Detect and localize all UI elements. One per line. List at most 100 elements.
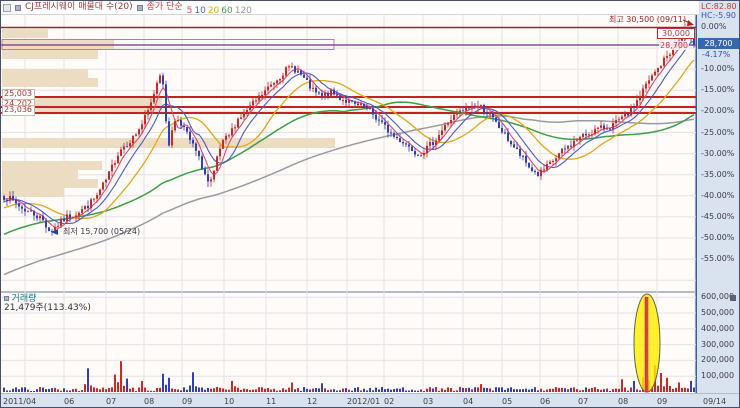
current-change-pct: -4.17% <box>702 50 730 59</box>
volume-bar <box>45 389 47 392</box>
pct-tick-label: -15.00% <box>701 85 734 94</box>
volume-bar <box>426 389 428 392</box>
volume-bar <box>12 389 14 392</box>
volume-bar <box>225 390 227 392</box>
candle-body <box>189 132 191 140</box>
panel-resize-icon[interactable] <box>730 295 736 301</box>
ma-period-20[interactable]: 20 <box>208 6 219 16</box>
candle-body <box>243 112 245 117</box>
candle-body <box>588 134 590 135</box>
candle-body <box>36 216 38 219</box>
candle-body <box>360 104 362 105</box>
date-tick-label: 05 <box>502 397 512 406</box>
candle-body <box>135 134 137 135</box>
volume-bar <box>54 388 56 392</box>
candle-body <box>417 155 419 156</box>
candle-body <box>606 129 608 130</box>
candle-body <box>474 106 476 107</box>
volume-toggle-icon[interactable] <box>4 296 9 301</box>
volume-bar <box>342 389 344 392</box>
candle-body <box>534 171 536 172</box>
volume-bar <box>678 383 680 392</box>
candle-body <box>657 68 659 72</box>
volume-bar <box>438 391 440 392</box>
candle-body <box>432 142 434 145</box>
candle-body <box>258 96 260 101</box>
candle-body <box>453 115 455 120</box>
candle-body <box>402 142 404 143</box>
ma-period-5[interactable]: 5 <box>187 6 193 16</box>
candle-body <box>375 115 377 120</box>
volume-bar <box>69 390 71 392</box>
volume-bar <box>303 387 305 392</box>
indicator1-toggle-icon[interactable] <box>15 5 21 11</box>
volume-bar <box>240 390 242 392</box>
candle-body <box>27 211 29 212</box>
candle-body <box>456 113 458 115</box>
volume-bar <box>297 388 299 392</box>
candle-body <box>207 174 209 181</box>
price-axis[interactable]: LC:82.80 HC:-5.90 28,700 -4.17% 0.00%-10… <box>697 1 740 393</box>
pct-tick-label: -50.00% <box>701 233 734 242</box>
candle-body <box>312 88 314 89</box>
volume-bar <box>462 388 464 392</box>
volume-bar <box>624 387 626 392</box>
pct-tick-label: -30.00% <box>701 149 734 158</box>
volume-bar <box>546 390 548 392</box>
volume-bar <box>183 387 185 392</box>
volume-bar <box>300 391 302 392</box>
chart-canvas[interactable] <box>1 1 740 408</box>
date-tick-label: 08 <box>144 397 154 406</box>
candle-body <box>219 149 221 157</box>
candle-body <box>348 100 350 102</box>
volume-bar <box>402 387 404 392</box>
grip-icon[interactable] <box>3 4 11 12</box>
volume-bar <box>636 389 638 392</box>
candle-body <box>597 128 599 129</box>
volume-bar <box>6 390 8 392</box>
trendline-28700-label[interactable]: 28,700 <box>659 41 689 50</box>
candle-body <box>21 207 23 209</box>
volume-bar <box>387 389 389 392</box>
indicator2-toggle-icon[interactable] <box>137 5 143 11</box>
ma-period-10[interactable]: 10 <box>194 6 205 16</box>
volume-bar <box>366 390 368 392</box>
volume-bar <box>324 388 326 392</box>
ma-period-120[interactable]: 120 <box>235 6 252 16</box>
candle-body <box>126 146 128 147</box>
volume-bar <box>9 390 11 392</box>
candle-body <box>231 128 233 135</box>
volume-bar <box>270 390 272 392</box>
volume-bar <box>207 388 209 392</box>
date-tick-label: 10 <box>224 397 234 406</box>
volume-bar <box>639 390 641 392</box>
date-tick-label: 06 <box>64 397 74 406</box>
volume-bar <box>453 391 455 392</box>
candle-body <box>600 125 602 127</box>
trendline-30000-label[interactable]: 30,000 <box>657 28 695 39</box>
volume-bar <box>291 383 293 392</box>
volume-bar <box>693 388 695 392</box>
volume-bar <box>30 391 32 392</box>
volume-bar <box>618 389 620 392</box>
candle-body <box>414 151 416 155</box>
candle-body <box>162 75 164 84</box>
volume-bar <box>153 391 155 392</box>
candle-body <box>660 66 662 68</box>
volume-bar <box>615 388 617 392</box>
volume-bar <box>48 389 50 392</box>
candle-body <box>240 117 242 118</box>
candle-body <box>477 106 479 107</box>
volume-bar <box>141 381 143 392</box>
ma-period-60[interactable]: 60 <box>221 6 232 16</box>
volume-bar <box>660 373 662 392</box>
candle-body <box>648 80 650 83</box>
candle-body <box>552 161 554 162</box>
volume-bar <box>273 389 275 392</box>
volume-bar <box>264 389 266 392</box>
volume-bar <box>537 390 539 392</box>
volume-bar <box>219 388 221 392</box>
volume-tick-label: 400,000 <box>701 324 734 333</box>
candle-body <box>591 134 593 135</box>
date-axis[interactable]: 2011/04060708091011122012/01020304050607… <box>1 394 697 408</box>
